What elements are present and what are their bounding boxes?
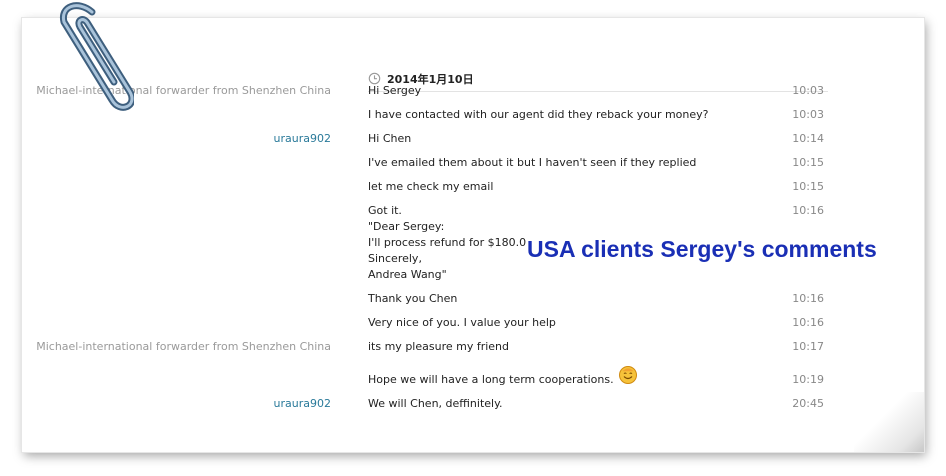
message-time: 20:45: [792, 397, 824, 410]
date-header: 2014年1月10日: [368, 67, 828, 92]
message-text: We will Chen, deffinitely.: [368, 397, 503, 410]
sender-name[interactable]: uraura902: [274, 132, 331, 145]
message-time: 10:15: [792, 156, 824, 169]
message-text: Hi Chen: [368, 132, 412, 145]
message-time: 10:15: [792, 180, 824, 193]
message-text: Thank you Chen: [368, 292, 458, 305]
message-time: 10:17: [792, 340, 824, 353]
message-text-content: Hope we will have a long term cooperatio…: [368, 373, 614, 386]
message-text: Hi Sergey: [368, 84, 422, 97]
paperclip-icon: [59, 2, 134, 111]
sender-name[interactable]: Michael-international forwarder from She…: [36, 340, 331, 353]
message-time: 10:16: [792, 316, 824, 329]
smiley-emoji: [618, 366, 637, 384]
message-time: 10:03: [792, 108, 824, 121]
message-time: 10:03: [792, 84, 824, 97]
message-text: I have contacted with our agent did they…: [368, 108, 709, 121]
message-text: its my pleasure my friend: [368, 340, 510, 353]
message-time: 10:16: [792, 292, 824, 305]
message-time: 10:16: [792, 204, 824, 217]
message-text: Very nice of you. I value your help: [368, 316, 556, 329]
message-text: let me check my email: [368, 180, 494, 193]
message-time: 10:19: [792, 373, 824, 386]
chat-history-panel: 2014年1月10日 Michael-international forward…: [22, 18, 924, 452]
message-time: 10:14: [792, 132, 824, 145]
overlay-caption: USA clients Sergey's comments: [527, 236, 877, 262]
message-text: I've emailed them about it but I haven't…: [368, 156, 697, 169]
sender-name[interactable]: uraura902: [274, 397, 331, 410]
message-text: Got it. "Dear Sergey: I'll process refun…: [368, 204, 527, 281]
message-text: Hope we will have a long term cooperatio…: [368, 366, 638, 388]
